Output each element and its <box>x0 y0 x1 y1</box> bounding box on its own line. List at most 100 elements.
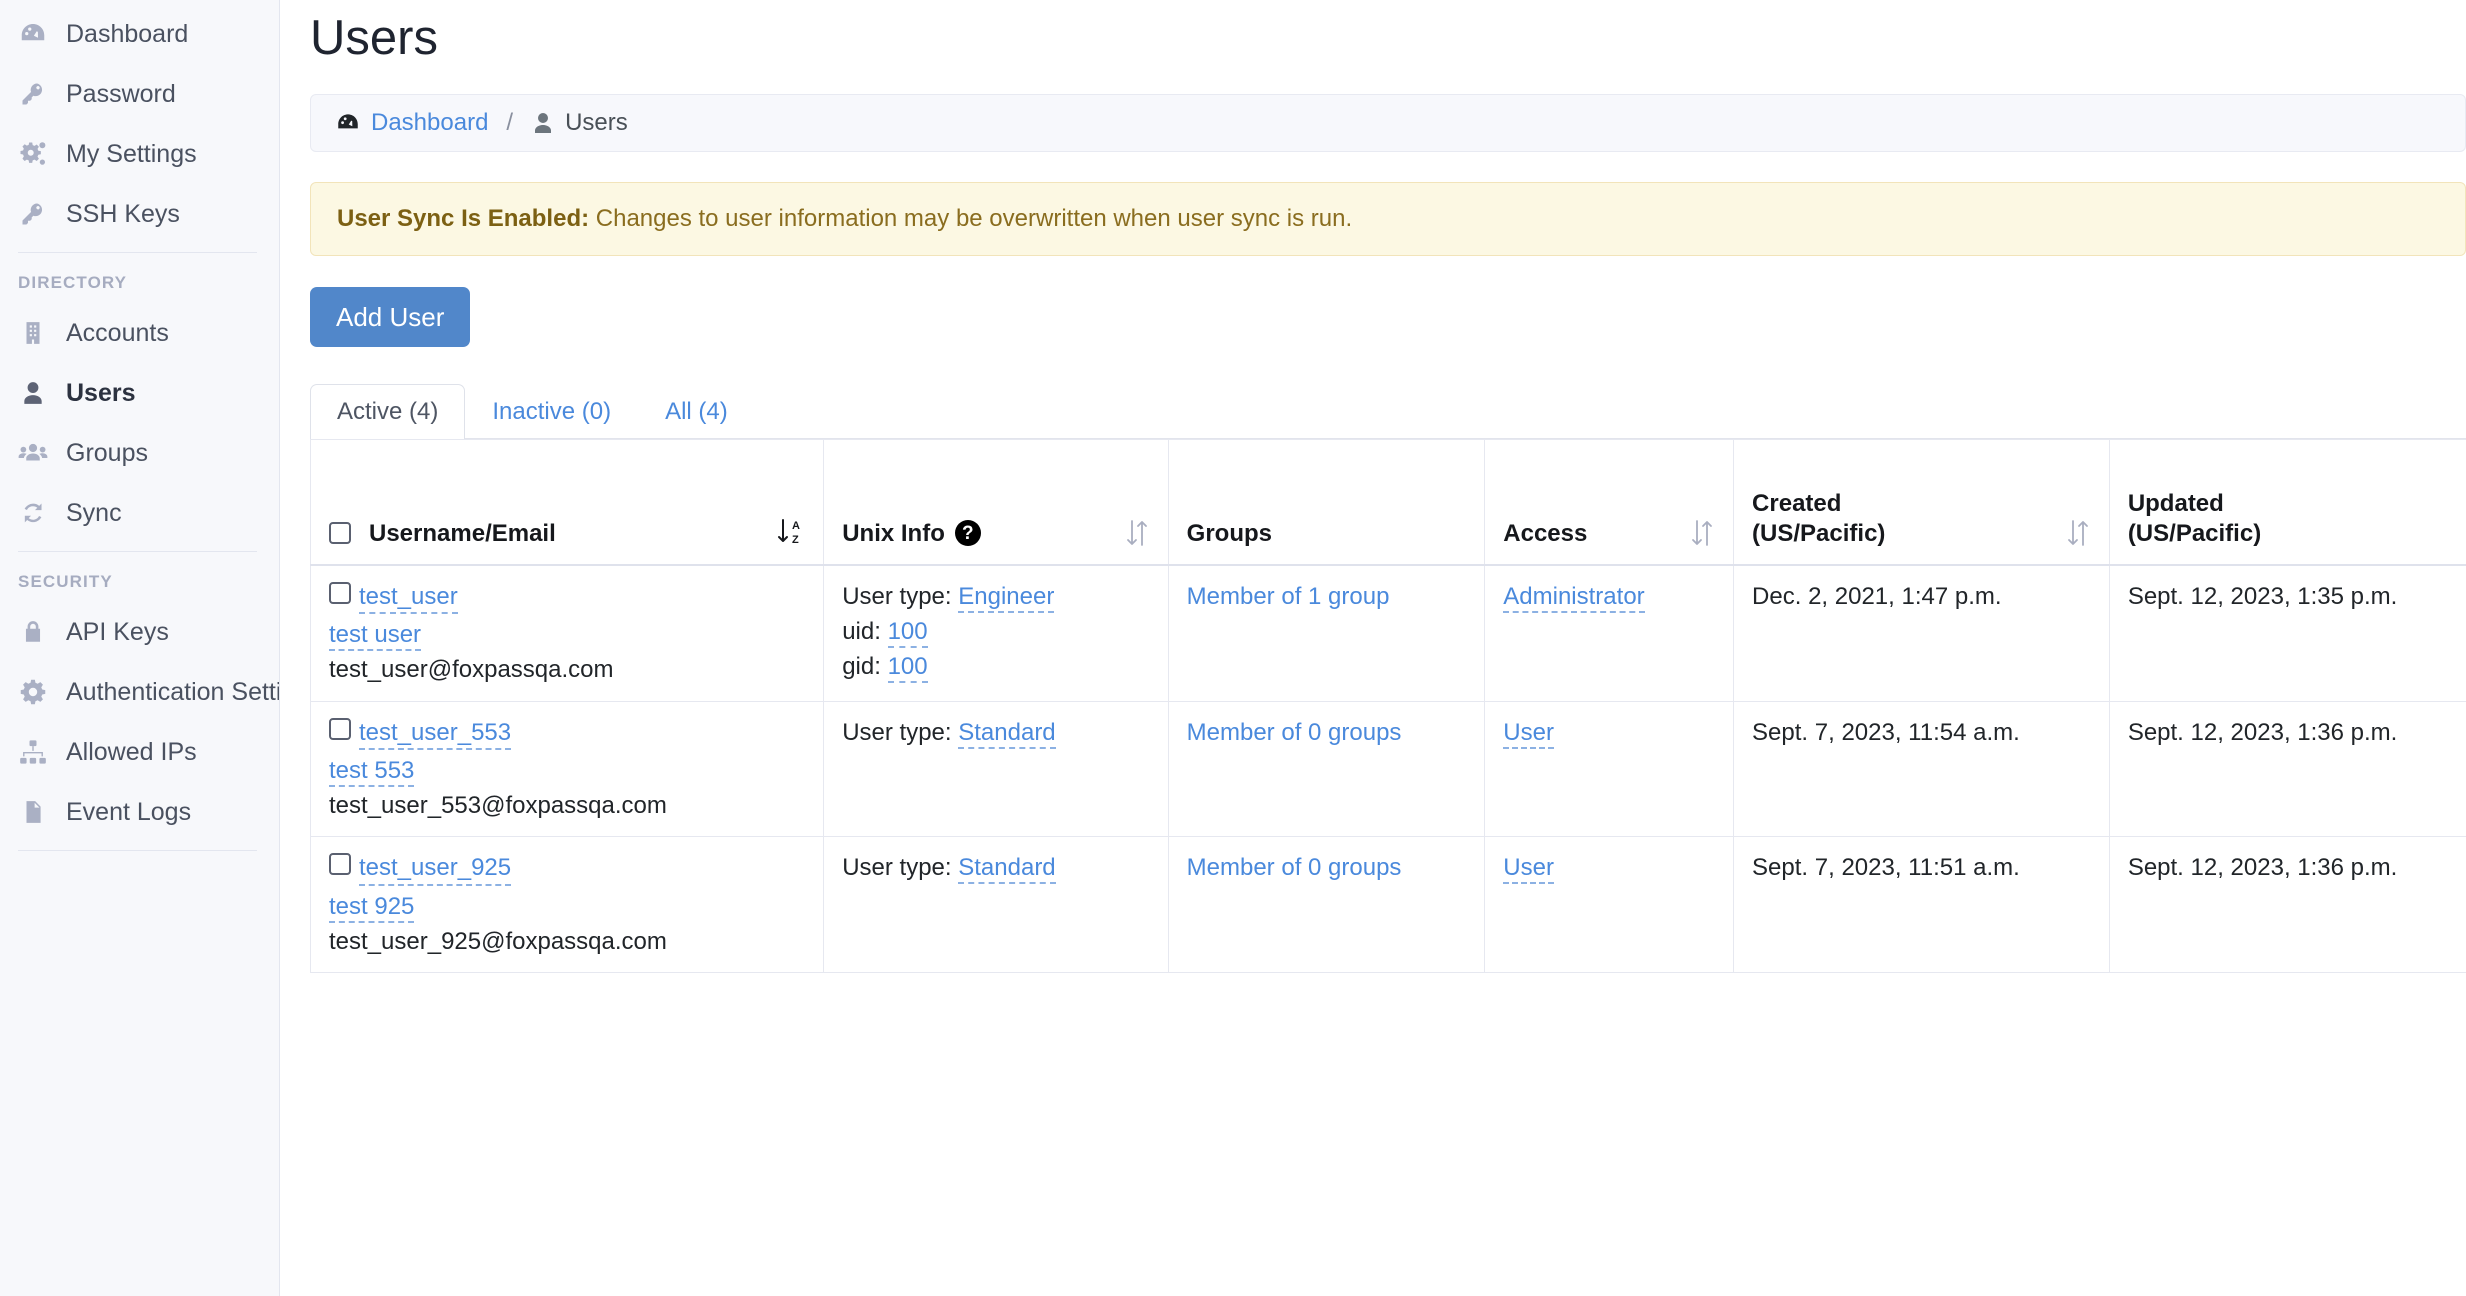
uid-link[interactable]: 100 <box>887 618 928 649</box>
user-type-link[interactable]: Standard <box>958 718 1056 749</box>
sync-icon <box>18 498 48 528</box>
sidebar-item-dashboard[interactable]: Dashboard <box>0 4 279 64</box>
tab-active[interactable]: Active (4) <box>310 383 466 440</box>
column-header-created[interactable]: Created (US/Pacific) <box>1733 439 2110 566</box>
sidebar-item-sync[interactable]: Sync <box>0 483 279 543</box>
cell-access: User <box>1484 700 1735 838</box>
svg-text:Z: Z <box>792 534 799 546</box>
sidebar-divider <box>18 850 257 851</box>
column-header-updated[interactable]: Updated (US/Pacific) <box>2108 439 2466 566</box>
row-select-checkbox[interactable] <box>329 717 351 740</box>
sidebar-item-password[interactable]: Password <box>0 64 279 124</box>
sidebar-item-label: Authentication Settings <box>66 677 279 706</box>
cell-groups: Member of 1 group <box>1167 564 1486 702</box>
row-select-checkbox[interactable] <box>329 581 351 604</box>
sidebar-item-authentication-settings[interactable]: Authentication Settings <box>0 662 279 722</box>
user-type-link[interactable]: Engineer <box>958 582 1055 613</box>
username-link[interactable]: test_user_925 <box>359 853 512 886</box>
key-icon <box>18 79 48 109</box>
users-table: Username/Email A Z Unix Info ? Groups Ac… <box>309 439 2466 974</box>
cell-updated: Sept. 12, 2023, 1:36 p.m. <box>2108 700 2466 838</box>
sidebar-item-label: API Keys <box>66 617 169 646</box>
username-link[interactable]: test_user_553 <box>359 718 512 750</box>
gid-link[interactable]: 100 <box>887 653 928 684</box>
fullname-link[interactable]: test user <box>329 621 422 652</box>
sitemap-icon <box>18 737 48 767</box>
gears-icon <box>18 139 48 169</box>
user-icon <box>531 111 555 135</box>
user-type-link[interactable]: Standard <box>958 854 1056 885</box>
sidebar-item-users[interactable]: Users <box>0 363 279 423</box>
row-select-checkbox[interactable] <box>329 853 351 876</box>
user-icon <box>18 378 48 408</box>
table-row: test_user test user test_user@foxpassqa.… <box>309 564 2466 702</box>
cell-unix-info: User type: Standard <box>823 700 1169 838</box>
alert-text: Changes to user information may be overw… <box>589 205 1353 233</box>
groups-link[interactable]: Member of 0 groups <box>1187 854 1402 881</box>
column-header-username-email[interactable]: Username/Email A Z <box>309 439 825 566</box>
add-user-button[interactable]: Add User <box>310 287 471 348</box>
users-table-body: test_user test user test_user@foxpassqa.… <box>309 564 2466 974</box>
gear-icon <box>18 677 48 707</box>
select-all-checkbox[interactable] <box>329 522 351 545</box>
sidebar-item-allowed-ips[interactable]: Allowed IPs <box>0 722 279 782</box>
column-header-label: Username/Email <box>369 519 556 547</box>
sort-updown-icon[interactable] <box>2065 518 2091 548</box>
dashboard-icon <box>18 19 48 49</box>
sidebar-item-label: My Settings <box>66 139 197 168</box>
alert-strong-label: User Sync Is Enabled: <box>337 205 590 233</box>
sidebar-item-event-logs[interactable]: Event Logs <box>0 782 279 842</box>
key-icon <box>18 199 48 229</box>
access-link[interactable]: User <box>1503 854 1554 885</box>
dashboard-icon <box>335 110 361 136</box>
sort-updown-icon[interactable] <box>1124 518 1150 548</box>
sidebar-item-label: SSH Keys <box>66 199 180 228</box>
email-text: test_user@foxpassqa.com <box>329 656 614 684</box>
table-row: test_user_925 test 925 test_user_925@fox… <box>309 836 2466 974</box>
cell-unix-info: User type: Standard <box>823 836 1169 974</box>
column-header-label: Unix Info <box>842 519 945 547</box>
column-header-label-line1: Updated <box>2127 490 2224 518</box>
tab-inactive[interactable]: Inactive (0) <box>465 384 638 440</box>
sidebar-item-label: Accounts <box>66 318 169 347</box>
email-text: test_user_553@foxpassqa.com <box>329 792 667 820</box>
sidebar-group-security: SECURITY <box>18 572 113 591</box>
column-header-label-line2: (US/Pacific) <box>2127 519 2262 547</box>
sidebar-item-ssh-keys[interactable]: SSH Keys <box>0 184 279 244</box>
column-header-access[interactable]: Access <box>1484 439 1735 566</box>
column-header-unix-info[interactable]: Unix Info ? <box>823 439 1169 566</box>
cell-username-email: test_user_553 test 553 test_user_553@fox… <box>309 700 825 838</box>
access-link[interactable]: User <box>1503 718 1554 749</box>
sidebar-item-label: Groups <box>66 438 148 467</box>
lock-icon <box>18 617 48 647</box>
gid-label: gid: <box>842 653 881 681</box>
sidebar-divider <box>18 252 257 253</box>
groups-link[interactable]: Member of 1 group <box>1187 583 1390 610</box>
user-type-label: User type: <box>842 582 952 610</box>
fullname-link[interactable]: test 553 <box>329 756 415 787</box>
sidebar-item-accounts[interactable]: Accounts <box>0 303 279 363</box>
breadcrumb-link-dashboard[interactable]: Dashboard <box>371 109 488 137</box>
access-link[interactable]: Administrator <box>1503 582 1645 613</box>
sidebar-item-api-keys[interactable]: API Keys <box>0 602 279 662</box>
sidebar-item-groups[interactable]: Groups <box>0 423 279 483</box>
cell-unix-info: User type: Engineer uid: 100 gid: 100 <box>823 564 1169 702</box>
sort-updown-icon[interactable] <box>1689 518 1715 548</box>
cell-groups: Member of 0 groups <box>1167 700 1486 838</box>
cell-access: User <box>1484 836 1735 974</box>
help-question-icon[interactable]: ? <box>954 520 981 547</box>
table-row: test_user_553 test 553 test_user_553@fox… <box>309 700 2466 838</box>
building-icon <box>18 318 48 348</box>
column-header-label: Groups <box>1186 519 1272 547</box>
groups-link[interactable]: Member of 0 groups <box>1187 719 1402 746</box>
sort-alpha-down-icon[interactable]: A Z <box>775 514 805 548</box>
cell-updated: Sept. 12, 2023, 1:36 p.m. <box>2108 836 2466 974</box>
column-header-label-line1: Created <box>1752 490 1842 518</box>
fullname-link[interactable]: test 925 <box>329 892 415 923</box>
svg-text:A: A <box>792 520 800 532</box>
user-type-label: User type: <box>842 854 952 882</box>
tab-all[interactable]: All (4) <box>638 384 755 440</box>
column-header-label: Access <box>1503 519 1588 547</box>
sidebar-item-my-settings[interactable]: My Settings <box>0 124 279 184</box>
username-link[interactable]: test_user <box>359 582 458 615</box>
